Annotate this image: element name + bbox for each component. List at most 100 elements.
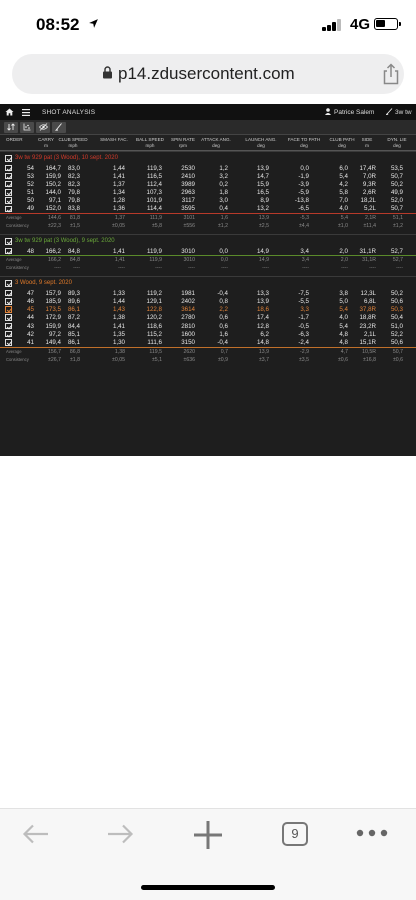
column-header[interactable]: BALL SPEED mph bbox=[133, 137, 167, 148]
shot-groups: 3w tw 929 pat (3 Wood), 10 sept. 2020 54 1… bbox=[0, 151, 416, 364]
consistency-label: Consistency bbox=[6, 223, 29, 229]
group-header[interactable]: 3 Wood, 9 sept. 2020 bbox=[0, 276, 416, 290]
group-title: 3w tw 929 pat (3 Wood), 10 sept. 2020 bbox=[15, 155, 118, 161]
shot-cell: -0,5 bbox=[298, 322, 309, 330]
shot-cell: -13,8 bbox=[294, 197, 309, 205]
scatter-view-button[interactable] bbox=[20, 121, 34, 133]
scatter-icon bbox=[23, 123, 31, 131]
average-cell: 119,9 bbox=[149, 257, 162, 264]
more-dots-icon[interactable] bbox=[356, 829, 388, 837]
shot-row[interactable]: 46 185,9 89,6 1,44 129,1 2402 0,8 13,9 -5,5 5,0 6,… bbox=[0, 298, 416, 306]
column-header-name: ATTACK ANG. bbox=[201, 137, 231, 142]
club-selector[interactable]: 3w tw bbox=[385, 108, 412, 116]
shot-cell: 2810 bbox=[181, 322, 195, 330]
shot-cell: 84,8 bbox=[67, 247, 80, 255]
shot-cell: 111,6 bbox=[147, 338, 162, 346]
column-header[interactable]: FACE TO PATH deg bbox=[287, 137, 321, 148]
shot-cell: 1,41 bbox=[112, 322, 125, 330]
shot-row[interactable]: 48 166,2 84,8 1,41 119,9 3010 0,0 14,9 3,4 2,0 31,… bbox=[0, 247, 416, 255]
column-header[interactable]: DYN. LIE deg bbox=[380, 137, 414, 148]
consistency-cell: ±1,5 bbox=[69, 223, 80, 230]
shot-cell: 52,0 bbox=[390, 197, 403, 205]
shot-row[interactable]: 42 97,2 85,1 1,35 115,2 1600 1,6 6,2 -6,3 4,8 2,1L… bbox=[0, 330, 416, 338]
column-header[interactable]: LAUNCH ANG. deg bbox=[244, 137, 278, 148]
column-header[interactable]: SMASH FAC. bbox=[97, 137, 131, 143]
shot-row[interactable]: 43 159,9 84,4 1,41 118,6 2810 0,6 12,8 -0,5 5,4 23… bbox=[0, 322, 416, 330]
shot-cell: 2530 bbox=[181, 164, 195, 172]
shot-cell: 13,3 bbox=[256, 289, 269, 297]
column-header[interactable]: ATTACK ANG. deg bbox=[199, 137, 233, 148]
column-header[interactable]: SPIN RATE rpm bbox=[166, 137, 200, 148]
hamburger-menu-icon[interactable] bbox=[22, 108, 30, 116]
shot-row[interactable]: 41 149,4 86,1 1,30 111,6 3150 -0,4 14,8 -2,4 4,8 1… bbox=[0, 338, 416, 346]
average-cell: 51,1 bbox=[392, 215, 403, 222]
column-header[interactable]: SIDE m bbox=[350, 137, 384, 148]
shot-cell: 1,28 bbox=[112, 197, 125, 205]
shot-row[interactable]: 47 157,9 89,3 1,33 119,2 1981 -0,4 13,3 -7,5 3,8 1… bbox=[0, 289, 416, 297]
shot-cell: 1,43 bbox=[112, 306, 125, 314]
hide-shots-button[interactable] bbox=[36, 121, 50, 133]
shot-cell: 3,3 bbox=[300, 306, 309, 314]
average-label: Average bbox=[6, 215, 22, 221]
column-header-unit: deg bbox=[212, 142, 220, 148]
shot-cell: 0,6 bbox=[219, 322, 228, 330]
shot-row[interactable]: 52 150,2 82,3 1,37 112,4 3989 0,2 15,9 -3,9 4,2 9,… bbox=[0, 180, 416, 188]
status-bar: 08:52 4G bbox=[0, 0, 416, 48]
shot-cell: -7,5 bbox=[298, 289, 309, 297]
group-header[interactable]: 3w tw 929 pat (3 Wood), 10 sept. 2020 bbox=[0, 151, 416, 164]
club-filter-button[interactable] bbox=[52, 121, 66, 133]
share-icon[interactable] bbox=[382, 63, 400, 85]
group-checkbox[interactable] bbox=[5, 155, 12, 162]
golf-club-icon bbox=[385, 108, 393, 116]
shot-row[interactable]: 53 159,9 82,3 1,41 116,5 2410 3,2 14,7 -1,9 5,4 7,… bbox=[0, 172, 416, 180]
shot-cell: 1,44 bbox=[112, 164, 125, 172]
shot-cell: 89,3 bbox=[67, 289, 80, 297]
shot-row[interactable]: 50 97,1 79,8 1,28 101,9 3117 3,0 8,9 -13,8 7,0 18,… bbox=[0, 197, 416, 205]
shot-cell: 115,2 bbox=[146, 330, 162, 338]
shot-row[interactable]: 51 144,0 79,8 1,34 107,3 2963 1,8 16,5 -5,9 5,8 2,… bbox=[0, 189, 416, 197]
average-cell: 111,9 bbox=[149, 215, 162, 222]
shot-cell: 3,4 bbox=[300, 247, 309, 255]
back-arrow-icon[interactable] bbox=[22, 823, 50, 845]
shot-row[interactable]: 45 173,5 86,1 1,43 122,8 3614 2,2 18,6 3,3 5,4 37,… bbox=[0, 306, 416, 314]
shot-cell: 83,0 bbox=[67, 164, 80, 172]
user-name[interactable]: Patrice Salem bbox=[325, 108, 374, 116]
user-icon bbox=[325, 108, 331, 115]
group-checkbox[interactable] bbox=[5, 280, 12, 288]
shot-cell: 16,5 bbox=[256, 189, 269, 197]
shot-cell: 119,2 bbox=[146, 289, 162, 297]
shot-cell: -6,3 bbox=[298, 330, 309, 338]
forward-arrow-icon[interactable] bbox=[106, 823, 134, 845]
group-checkbox[interactable] bbox=[5, 238, 12, 246]
tabs-count-button[interactable]: 9 bbox=[282, 822, 308, 846]
shot-cell: 122,8 bbox=[146, 306, 162, 314]
group-header[interactable]: 3w tw 929 pat (3 Wood), 9 sept. 2020 bbox=[0, 234, 416, 248]
shot-cell: 83,8 bbox=[67, 205, 80, 213]
new-tab-plus-icon[interactable] bbox=[193, 820, 223, 850]
consistency-cell: ±1,8 bbox=[69, 356, 80, 363]
url-text[interactable]: p14.zdusercontent.com bbox=[118, 64, 295, 84]
url-bar[interactable]: p14.zdusercontent.com bbox=[12, 54, 404, 94]
shot-cell: 0,4 bbox=[219, 205, 228, 213]
consistency-cell: ±556 bbox=[183, 223, 195, 230]
average-cell: 0,0 bbox=[220, 257, 228, 264]
shot-cell: 3150 bbox=[181, 338, 195, 346]
shot-cell: 17,4 bbox=[256, 314, 269, 322]
shot-cell: 51,0 bbox=[390, 322, 403, 330]
shot-row[interactable]: 49 152,0 83,8 1,36 114,4 3595 0,4 13,2 -6,5 4,0 5,… bbox=[0, 205, 416, 213]
shot-row[interactable]: 54 164,7 83,0 1,44 119,3 2530 1,2 13,9 0,0 6,0 17,… bbox=[0, 164, 416, 172]
golf-club-icon bbox=[55, 123, 62, 131]
shot-row[interactable]: 44 172,9 87,2 1,38 120,2 2780 0,6 17,4 -1,7 4,0 18… bbox=[0, 314, 416, 322]
shot-cell: 3,2 bbox=[219, 172, 228, 180]
consistency-cell: ---- bbox=[118, 265, 125, 272]
column-header[interactable]: CLUB SPEED mph bbox=[56, 137, 90, 148]
column-header-name: CLUB SPEED bbox=[58, 137, 88, 142]
column-header-name: FACE TO PATH bbox=[287, 137, 321, 142]
shot-cell: 82,3 bbox=[67, 180, 80, 188]
sort-order-button[interactable] bbox=[4, 121, 18, 133]
consistency-cell: ±0,6 bbox=[392, 356, 403, 363]
home-icon[interactable] bbox=[5, 108, 14, 116]
shot-cell: 1,36 bbox=[112, 205, 125, 213]
shot-cell: 14,8 bbox=[256, 338, 269, 346]
shot-cell: 50,6 bbox=[390, 298, 403, 305]
